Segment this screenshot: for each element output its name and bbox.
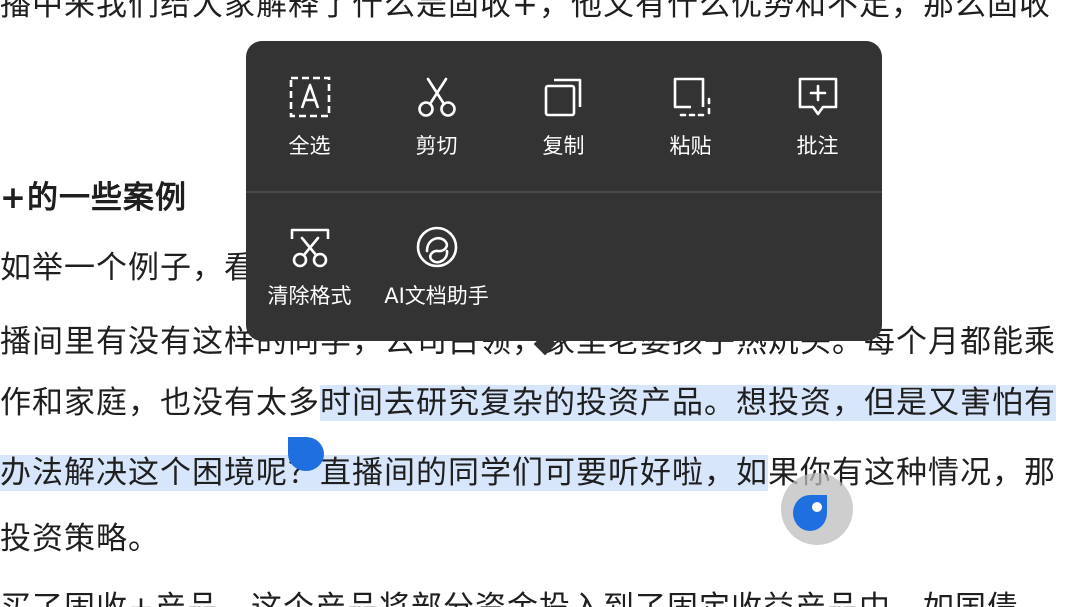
text-plain: 作和家庭，也没有太多 xyxy=(0,385,320,421)
select-all-label: 全选 xyxy=(288,134,331,158)
clear-format-label: 清除格式 xyxy=(267,284,352,308)
select-all-icon xyxy=(287,74,333,120)
context-menu: 全选 剪切 复制 粘贴 批注 清除格式 AI文档助手 xyxy=(246,41,882,341)
cut-button[interactable]: 剪切 xyxy=(373,41,500,191)
copy-button[interactable]: 复制 xyxy=(500,41,627,191)
text-line: 买了固收+产品，这个产品将部分资金投入到了固定收益产品中，如国债、 xyxy=(0,586,1051,607)
comment-button[interactable]: 批注 xyxy=(754,41,881,191)
clear-format-button[interactable]: 清除格式 xyxy=(246,191,373,341)
comment-label: 批注 xyxy=(796,134,839,158)
selection-end-handle[interactable] xyxy=(781,473,853,545)
clear-format-icon xyxy=(287,224,333,270)
select-all-button[interactable]: 全选 xyxy=(246,41,373,191)
paste-label: 粘贴 xyxy=(669,134,712,158)
scissors-icon xyxy=(414,74,460,120)
selection-start-handle[interactable] xyxy=(288,437,324,471)
paste-button[interactable]: 粘贴 xyxy=(627,41,754,191)
selection-end-handle-dot xyxy=(812,502,822,512)
text-line: 办法解决这个困境呢？直播间的同学们可要听好啦，如果你有这种情况，那 xyxy=(0,451,1056,495)
copy-icon xyxy=(541,74,587,120)
ai-assistant-button[interactable]: AI文档助手 xyxy=(373,191,500,341)
selection-end-handle-drop xyxy=(793,495,827,531)
text-line: 如举一个例子，看 xyxy=(0,250,256,286)
comment-add-icon xyxy=(795,74,841,120)
paste-icon xyxy=(668,74,714,120)
section-heading: +的一些案例 xyxy=(0,180,187,216)
text-line: 作和家庭，也没有太多时间去研究复杂的投资产品。想投资，但是又害怕有 xyxy=(0,381,1056,425)
copy-label: 复制 xyxy=(542,134,585,158)
text-line: 投资策略。 xyxy=(0,521,160,557)
cut-label: 剪切 xyxy=(415,134,458,158)
ai-assistant-label: AI文档助手 xyxy=(384,284,489,308)
selected-text[interactable]: 时间去研究复杂的投资产品。想投资，但是又害怕有 xyxy=(320,385,1056,421)
ai-assistant-icon xyxy=(414,224,460,270)
text-line: 播中来我们给大家解释了什么是固收+，他又有什么优势和不足，那么固收 xyxy=(0,0,1051,23)
selected-text[interactable]: 办法解决这个困境呢？直播间的同学们可要听好啦，如 xyxy=(0,455,768,491)
